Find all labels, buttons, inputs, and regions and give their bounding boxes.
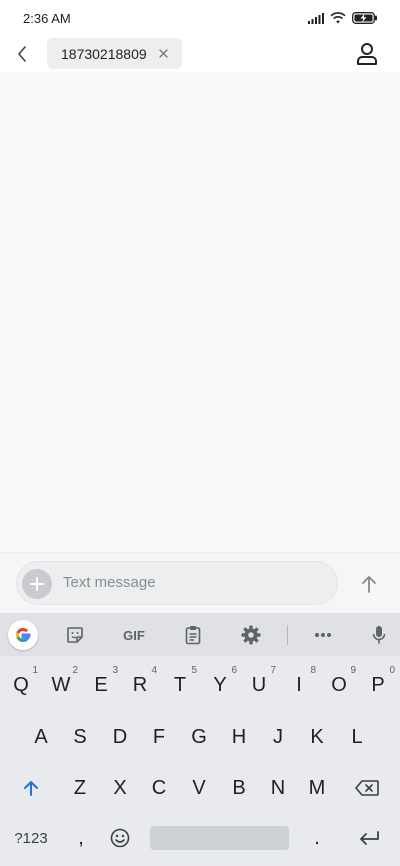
status-bar: 2:36 AM bbox=[0, 0, 400, 36]
message-composer: Text message bbox=[0, 552, 400, 613]
key-c[interactable]: C bbox=[140, 768, 178, 808]
microphone-icon bbox=[372, 626, 386, 644]
recipient-number: 18730218809 bbox=[61, 45, 147, 62]
toolbar-divider bbox=[287, 625, 288, 645]
back-arrow-icon bbox=[18, 46, 26, 62]
key-v[interactable]: V bbox=[180, 768, 218, 808]
voice-input-button[interactable] bbox=[364, 620, 394, 650]
emoji-icon bbox=[110, 828, 130, 848]
emoji-key[interactable] bbox=[101, 816, 139, 860]
period-key[interactable]: . bbox=[298, 816, 336, 860]
send-arrow-icon bbox=[362, 576, 376, 593]
key-z[interactable]: Z bbox=[61, 768, 99, 808]
key-a[interactable]: A bbox=[22, 717, 60, 757]
key-x[interactable]: X bbox=[101, 768, 139, 808]
add-attachment-button[interactable] bbox=[22, 569, 52, 599]
key-row-4: ?123 , . bbox=[0, 816, 400, 860]
comma-key[interactable]: , bbox=[62, 816, 100, 860]
space-key[interactable] bbox=[150, 826, 289, 850]
conversation-area bbox=[0, 72, 400, 552]
key-h[interactable]: H bbox=[220, 717, 258, 757]
settings-button[interactable] bbox=[236, 620, 266, 650]
symbols-key[interactable]: ?123 bbox=[6, 816, 56, 860]
key-m[interactable]: M bbox=[298, 768, 336, 808]
key-r[interactable]: R4 bbox=[121, 665, 159, 705]
key-b[interactable]: B bbox=[220, 768, 258, 808]
shift-key[interactable] bbox=[12, 768, 50, 808]
contact-button[interactable] bbox=[354, 40, 380, 68]
key-g[interactable]: G bbox=[180, 717, 218, 757]
backspace-icon bbox=[355, 780, 379, 796]
key-j[interactable]: J bbox=[259, 717, 297, 757]
key-o[interactable]: O9 bbox=[320, 665, 358, 705]
key-w[interactable]: W2 bbox=[42, 665, 80, 705]
send-button[interactable] bbox=[356, 571, 382, 597]
wifi-icon bbox=[330, 12, 346, 24]
sticker-button[interactable] bbox=[60, 620, 90, 650]
key-y[interactable]: Y6 bbox=[201, 665, 239, 705]
key-k[interactable]: K bbox=[298, 717, 336, 757]
key-row-2: A S D F G H J K L bbox=[0, 717, 400, 757]
signal-icon bbox=[308, 12, 324, 24]
battery-charging-icon bbox=[352, 12, 377, 24]
close-icon bbox=[158, 48, 168, 58]
google-g-icon bbox=[16, 628, 31, 642]
sticker-icon bbox=[67, 627, 83, 643]
remove-recipient-button[interactable] bbox=[156, 46, 170, 60]
clipboard-button[interactable] bbox=[178, 620, 208, 650]
back-button[interactable] bbox=[10, 40, 34, 68]
key-p[interactable]: P0 bbox=[359, 665, 397, 705]
key-s[interactable]: S bbox=[61, 717, 99, 757]
key-row-3: Z X C V B N M bbox=[0, 768, 400, 808]
key-i[interactable]: I8 bbox=[280, 665, 318, 705]
status-icons bbox=[308, 12, 378, 24]
gif-button[interactable]: GIF bbox=[115, 620, 153, 650]
status-time: 2:36 AM bbox=[23, 10, 71, 26]
gif-label: GIF bbox=[123, 627, 145, 643]
backspace-key[interactable] bbox=[348, 768, 386, 808]
gear-icon bbox=[241, 625, 261, 645]
key-l[interactable]: L bbox=[338, 717, 376, 757]
message-field[interactable]: Text message bbox=[16, 561, 338, 605]
shift-arrow-icon bbox=[24, 781, 38, 796]
recipient-chip[interactable]: 18730218809 bbox=[47, 38, 182, 69]
message-input-placeholder[interactable]: Text message bbox=[63, 574, 156, 591]
more-icon bbox=[315, 633, 331, 637]
plus-icon bbox=[30, 577, 44, 591]
soft-keyboard: GIF Q 1 W 2 E 3 R 4 T 5 Y 6 U 7 I 8 O 9 … bbox=[0, 613, 400, 866]
key-d[interactable]: D bbox=[101, 717, 139, 757]
person-icon bbox=[357, 43, 377, 65]
clipboard-icon bbox=[185, 626, 201, 645]
key-row-1: Q1 W2 E3 R4 T5 Y6 U7 I8 O9 P0 bbox=[0, 665, 400, 705]
more-button[interactable] bbox=[308, 620, 338, 650]
enter-key[interactable] bbox=[350, 816, 388, 860]
key-u[interactable]: U7 bbox=[240, 665, 278, 705]
key-q[interactable]: Q1 bbox=[2, 665, 40, 705]
keyboard-toolbar: GIF bbox=[0, 613, 400, 656]
top-app-bar: 18730218809 bbox=[0, 36, 400, 72]
google-search-button[interactable] bbox=[8, 620, 38, 650]
key-t[interactable]: T5 bbox=[161, 665, 199, 705]
key-e[interactable]: E3 bbox=[82, 665, 120, 705]
enter-icon bbox=[360, 831, 379, 845]
key-f[interactable]: F bbox=[140, 717, 178, 757]
key-n[interactable]: N bbox=[259, 768, 297, 808]
